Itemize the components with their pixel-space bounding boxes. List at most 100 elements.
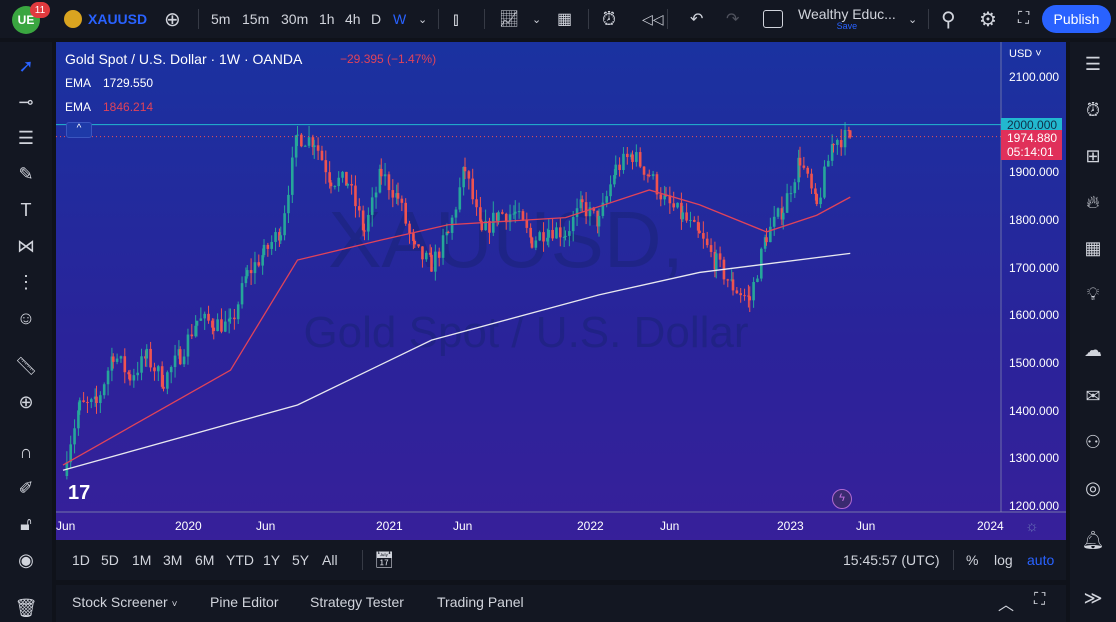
chat-cloud-icon[interactable]: ☁ (1079, 336, 1107, 364)
chevron-down-icon[interactable]: ⌄ (418, 0, 427, 38)
interval-5m[interactable]: 5m (211, 0, 230, 38)
price-chart[interactable]: XAUUSD, Gold Spot / U.S. Dollar (56, 42, 1066, 540)
data-window-icon[interactable]: ⊞ (1079, 142, 1107, 170)
replay-icon[interactable]: ◁◁ (642, 0, 664, 38)
range-5y[interactable]: 5Y (292, 552, 309, 568)
range-all[interactable]: All (322, 552, 338, 568)
candle-body (333, 186, 337, 188)
candle-body (776, 208, 780, 217)
forecast-icon[interactable]: ⋮ (12, 268, 40, 296)
ruler-icon[interactable]: 📏︎ (12, 352, 40, 380)
candles-icon[interactable]: ⫾ (453, 0, 459, 38)
magnet-icon[interactable]: ∩ (12, 438, 40, 466)
chart-pane[interactable]: XAUUSD, Gold Spot / U.S. Dollar Gold Spo… (56, 42, 1066, 540)
candle-body (186, 334, 190, 357)
interval-d[interactable]: D (371, 0, 381, 38)
layout-name[interactable]: Wealthy Educ... Save (798, 0, 896, 38)
candle-body (454, 209, 458, 218)
settings-sun-icon[interactable]: ☼ (1025, 518, 1039, 535)
emoji-icon[interactable]: ☺ (12, 304, 40, 332)
compare-add-icon[interactable]: ⊕ (164, 0, 181, 38)
ema-slow-label[interactable]: EMA (65, 76, 91, 90)
redo-icon[interactable]: ↷ (726, 0, 739, 38)
search-icon[interactable]: ⚲ (941, 0, 956, 38)
auto-toggle[interactable]: auto (1027, 552, 1054, 568)
publish-button[interactable]: Publish (1042, 5, 1111, 33)
fullscreen-icon[interactable]: ⛶ (1018, 0, 1029, 38)
streams-icon[interactable]: ◎ (1079, 474, 1107, 502)
range-1d[interactable]: 1D (72, 552, 90, 568)
lightning-icon[interactable]: ϟ (832, 489, 852, 509)
range-6m[interactable]: 6M (195, 552, 214, 568)
alert-icon[interactable]: ⏰︎ (602, 0, 616, 38)
collapse-icon[interactable]: ≫ (1079, 584, 1107, 612)
text-icon[interactable]: T (12, 196, 40, 224)
calendar-icon[interactable]: ▦ (1079, 234, 1107, 262)
symbol-search[interactable]: XAUUSD (64, 0, 147, 38)
gold-icon (64, 10, 82, 28)
undo-icon[interactable]: ↶ (690, 0, 703, 38)
tab-label: Stock Screener (72, 594, 168, 610)
collapse-legend-button[interactable]: ^ (66, 122, 92, 138)
tab-stock-screener[interactable]: Stock Screener ˅ (72, 594, 177, 610)
candle-body (647, 175, 651, 177)
range-3m[interactable]: 3M (163, 552, 182, 568)
ideas-lightbulb-icon[interactable]: 💡︎ (1079, 280, 1107, 308)
lock-icon[interactable]: 🔓︎ (12, 510, 40, 538)
candle-body (391, 190, 395, 198)
range-ytd[interactable]: YTD (226, 552, 254, 568)
brush-icon[interactable]: ✎ (12, 160, 40, 188)
interval-15m[interactable]: 15m (242, 0, 269, 38)
hotlist-fire-icon[interactable]: 🔥︎ (1079, 188, 1107, 216)
candle-body (421, 246, 424, 260)
chevron-down-icon[interactable]: ⌄ (532, 0, 541, 38)
chevron-up-icon[interactable]: ︿ (998, 591, 1014, 615)
candle-body (270, 242, 274, 249)
candle-body (329, 182, 333, 187)
range-1m[interactable]: 1M (132, 552, 151, 568)
time-tick: 2020 (175, 519, 202, 533)
notifications-bell-icon[interactable]: 🔔︎ (1079, 526, 1107, 554)
log-toggle[interactable]: log (994, 552, 1013, 568)
alarm-clock-icon[interactable]: ⏰︎ (1079, 96, 1107, 124)
percent-toggle[interactable]: % (966, 552, 978, 568)
help-bulb-icon[interactable]: ⚇ (1079, 428, 1107, 456)
candle-body (685, 212, 688, 221)
candle-body (99, 395, 102, 404)
range-5d[interactable]: 5D (101, 552, 119, 568)
pattern-icon[interactable]: ⋈ (12, 232, 40, 260)
eye-icon[interactable]: ◉ (12, 546, 40, 574)
tab-strategy-tester[interactable]: Strategy Tester (310, 594, 404, 610)
trend-line-icon[interactable]: ⊸ (12, 88, 40, 116)
gear-icon[interactable]: ⚙ (979, 0, 997, 38)
save-label[interactable]: Save (837, 22, 858, 31)
interval-4h[interactable]: 4h (345, 0, 361, 38)
chart-title: Gold Spot / U.S. Dollar · 1W · OANDA (65, 51, 303, 67)
range-1y[interactable]: 1Y (263, 552, 280, 568)
candle-body (534, 240, 538, 248)
indicators-icon[interactable]: 📈︎ (499, 0, 519, 38)
layout-grid-icon[interactable]: ▦ (557, 0, 572, 38)
candle-body (229, 317, 232, 319)
messages-icon[interactable]: ✉ (1079, 382, 1107, 410)
watchlist-icon[interactable]: ☰ (1079, 50, 1107, 78)
price-change: −29.395 (−1.47%) (340, 52, 437, 66)
currency-selector[interactable]: USD ˅ (1009, 48, 1042, 60)
layout-icon[interactable] (763, 0, 783, 38)
interval-w[interactable]: W (393, 0, 406, 38)
interval-30m[interactable]: 30m (281, 0, 308, 38)
zoom-in-icon[interactable]: ⊕ (12, 388, 40, 416)
chevron-down-icon[interactable]: ⌄ (908, 0, 917, 38)
fib-icon[interactable]: ☰ (12, 124, 40, 152)
lock-drawing-icon[interactable]: ✐ (12, 474, 40, 502)
trash-icon[interactable]: 🗑︎ (12, 594, 40, 622)
ema-fast-label[interactable]: EMA (65, 100, 91, 114)
goto-date-icon[interactable]: 📅︎ (374, 550, 394, 570)
tab-trading-panel[interactable]: Trading Panel (437, 594, 524, 610)
tab-pine-editor[interactable]: Pine Editor (210, 594, 278, 610)
cursor-icon[interactable]: ➚ (12, 52, 40, 80)
candle-body (810, 173, 813, 189)
clock-time[interactable]: 15:45:57 (UTC) (843, 552, 939, 568)
maximize-icon[interactable]: ⛶ (1034, 591, 1045, 609)
interval-1h[interactable]: 1h (319, 0, 335, 38)
